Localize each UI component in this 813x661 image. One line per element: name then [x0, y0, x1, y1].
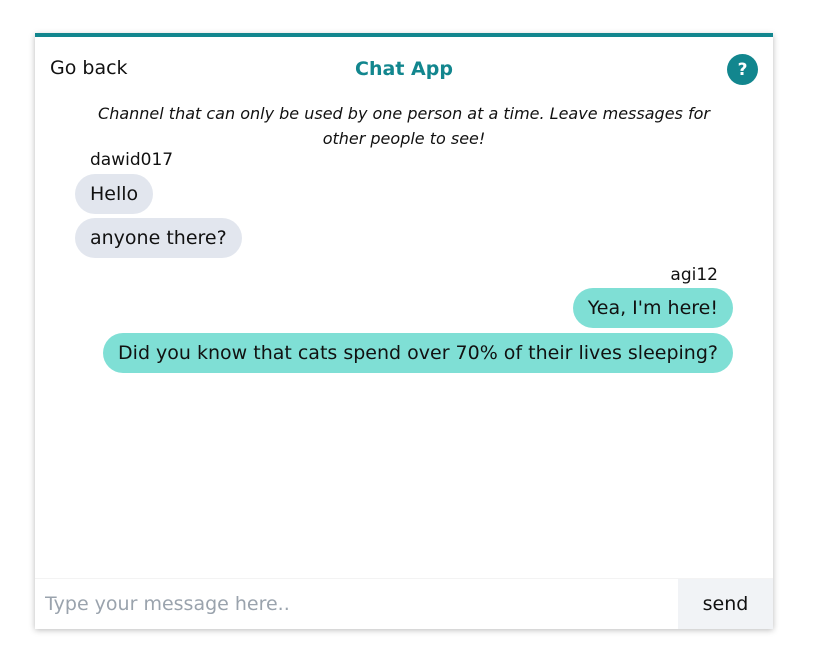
help-icon[interactable]: ? [727, 54, 758, 85]
message-composer: send [35, 578, 773, 629]
message-bubble: Yea, I'm here! [572, 288, 733, 328]
message-author: agi12 [670, 265, 718, 285]
message-input[interactable] [35, 579, 678, 629]
send-button[interactable]: send [678, 579, 773, 629]
channel-description: Channel that can only be used by one per… [98, 104, 710, 148]
message-author: dawid017 [90, 150, 174, 170]
app-title: Chat App [355, 58, 453, 80]
header: Go back Chat App ? [35, 37, 773, 99]
message-bubble: Hello [75, 174, 154, 214]
message-bubble: anyone there? [75, 218, 242, 258]
message-bubble: Did you know that cats spend over 70% of… [103, 333, 733, 373]
chat-app-window: Go back Chat App ? Channel that can only… [35, 33, 773, 629]
